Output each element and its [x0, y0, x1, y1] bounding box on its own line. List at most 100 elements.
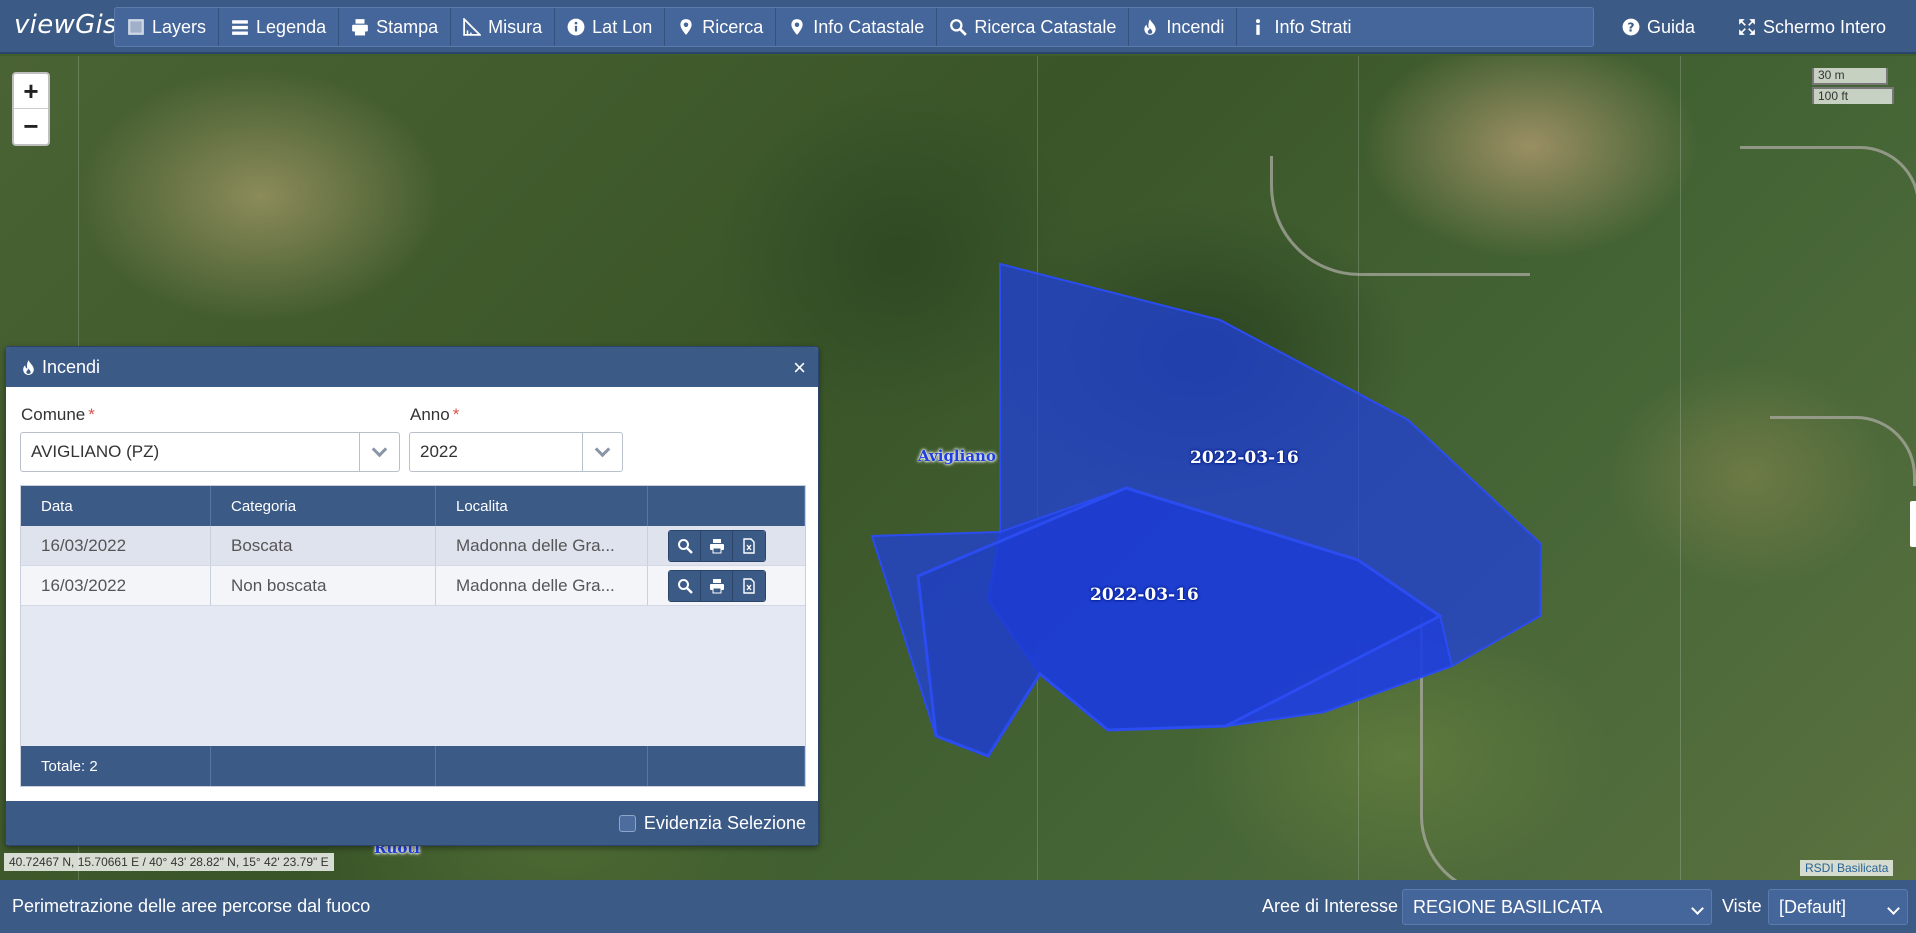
map-marker-icon — [680, 19, 692, 35]
chevron-down-icon — [371, 441, 388, 458]
footer-cell — [211, 746, 436, 786]
fullscreen-label: Schermo Intero — [1763, 16, 1887, 37]
menu-item-info-catastale[interactable]: Info Catastale — [776, 8, 938, 46]
comune-label-text: Comune — [21, 405, 86, 424]
zoom-control: + − — [12, 72, 50, 146]
viste-select[interactable]: [Default] — [1768, 889, 1908, 925]
menu-label: Layers — [152, 16, 207, 37]
menu-label: Legenda — [256, 16, 327, 37]
anno-dropdown-toggle[interactable] — [582, 433, 622, 471]
mouse-coordinates: 40.72467 N, 15.70661 E / 40° 43' 28.82" … — [4, 853, 334, 871]
menu-label: Info Catastale — [813, 16, 925, 37]
anno-select[interactable]: 2022 — [409, 432, 623, 472]
print-icon — [352, 19, 368, 36]
print-icon — [709, 578, 724, 593]
zoom-out-button[interactable]: − — [14, 109, 48, 144]
comune-value: AVIGLIANO (PZ) — [31, 442, 160, 461]
menu-item-misura[interactable]: Misura — [451, 8, 556, 46]
chevron-down-icon — [1691, 902, 1704, 915]
incendi-panel: Incendi × Comune * AVIGLIANO (PZ) Anno * 2… — [5, 346, 819, 846]
side-collapse-handle[interactable] — [1910, 501, 1916, 547]
cell-categoria: Boscata — [211, 526, 436, 565]
ruler-icon — [463, 18, 482, 36]
map-marker-icon — [791, 19, 803, 35]
anno-label: Anno * — [410, 405, 459, 425]
menu-label: Lat Lon — [592, 16, 653, 37]
panel-header[interactable]: Incendi × — [6, 347, 818, 387]
column-header-localita[interactable]: Localita — [436, 486, 648, 526]
required-mark: * — [88, 405, 95, 424]
cell-data: 16/03/2022 — [21, 566, 211, 605]
list-icon — [232, 20, 248, 35]
row-action-group — [668, 529, 766, 562]
menu-label: Misura — [488, 16, 543, 37]
svg-text:?: ? — [1627, 21, 1634, 35]
zoom-to-button[interactable] — [669, 530, 701, 561]
zoom-in-button[interactable]: + — [14, 74, 48, 109]
evidenzia-label: Evidenzia Selezione — [643, 813, 806, 833]
panel-title: Incendi — [42, 356, 101, 377]
table-row[interactable]: 16/03/2022 Non boscata Madonna delle Gra… — [21, 566, 805, 606]
zoom-to-button[interactable] — [669, 570, 701, 601]
layers-icon — [128, 19, 144, 35]
export-excel-button[interactable] — [733, 530, 765, 561]
aree-value: REGIONE BASILICATA — [1413, 897, 1603, 917]
print-button[interactable] — [701, 530, 733, 561]
column-header-data[interactable]: Data — [21, 486, 211, 526]
fire-icon — [1144, 19, 1157, 35]
cell-localita: Madonna delle Gra... — [436, 526, 648, 565]
menu-item-incendi[interactable]: Incendi — [1129, 8, 1238, 46]
question-circle-icon: ? — [1622, 18, 1640, 36]
table-row[interactable]: 16/03/2022 Boscata Madonna delle Gra... — [21, 526, 805, 566]
table-footer: Totale: 2 — [21, 746, 805, 786]
menu-label: Incendi — [1166, 16, 1225, 37]
comune-dropdown-toggle[interactable] — [359, 433, 399, 471]
aree-select[interactable]: REGIONE BASILICATA — [1402, 889, 1712, 925]
menu-item-info-strati[interactable]: Info Strati — [1237, 8, 1363, 46]
evidenzia-selezione-toggle[interactable]: Evidenzia Selezione — [618, 813, 806, 834]
guida-button[interactable]: ? Guida — [1622, 7, 1695, 47]
menu-item-legenda[interactable]: Legenda — [219, 8, 340, 46]
cell-categoria: Non boscata — [211, 566, 436, 605]
cell-actions — [648, 566, 805, 605]
search-icon — [677, 578, 693, 594]
main-menu: Layers Legenda Stampa Misura Lat Lon Ric… — [114, 7, 1594, 47]
print-button[interactable] — [701, 570, 733, 601]
cell-data: 16/03/2022 — [21, 526, 211, 565]
export-excel-button[interactable] — [733, 570, 765, 601]
place-label-avigliano: Avigliano — [918, 447, 996, 465]
comune-select[interactable]: AVIGLIANO (PZ) — [20, 432, 400, 472]
fullscreen-button[interactable]: Schermo Intero — [1738, 7, 1886, 47]
menu-label: Info Strati — [1274, 16, 1352, 37]
scale-metric: 30 m — [1812, 68, 1888, 85]
search-icon — [950, 19, 968, 36]
column-header-actions — [648, 486, 805, 526]
polygon-label: 2022-03-16 — [1190, 448, 1299, 468]
bottom-bar: Perimetrazione delle aree percorse dal f… — [0, 880, 1916, 933]
print-icon — [709, 538, 724, 553]
viste-label: Viste — [1722, 896, 1762, 916]
guida-label: Guida — [1647, 16, 1696, 37]
menu-item-stampa[interactable]: Stampa — [339, 8, 452, 46]
expand-icon — [1739, 19, 1755, 35]
info-icon — [1256, 19, 1261, 35]
menu-item-ricerca-catastale[interactable]: Ricerca Catastale — [937, 8, 1130, 46]
brand-logo: viewGis — [14, 10, 117, 40]
anno-label-text: Anno — [410, 405, 450, 424]
menu-label: Ricerca — [702, 16, 764, 37]
menu-item-latlon[interactable]: Lat Lon — [555, 8, 666, 46]
menu-item-layers[interactable]: Layers — [115, 8, 220, 46]
close-icon[interactable]: × — [793, 355, 806, 381]
status-text: Perimetrazione delle aree percorse dal f… — [12, 896, 371, 916]
attribution-link[interactable]: RSDI Basilicata — [1800, 860, 1894, 876]
anno-value: 2022 — [420, 442, 458, 461]
polygon-label: 2022-03-16 — [1090, 585, 1199, 605]
file-excel-icon — [743, 537, 755, 554]
viste-value: [Default] — [1779, 897, 1847, 917]
table-header: Data Categoria Localita — [21, 486, 805, 526]
incendi-table: Data Categoria Localita 16/03/2022 Bosca… — [20, 485, 806, 787]
evidenzia-checkbox[interactable] — [618, 815, 636, 832]
column-header-categoria[interactable]: Categoria — [211, 486, 436, 526]
menu-item-ricerca[interactable]: Ricerca — [665, 8, 777, 46]
aree-label: Aree di Interesse — [1262, 896, 1399, 916]
